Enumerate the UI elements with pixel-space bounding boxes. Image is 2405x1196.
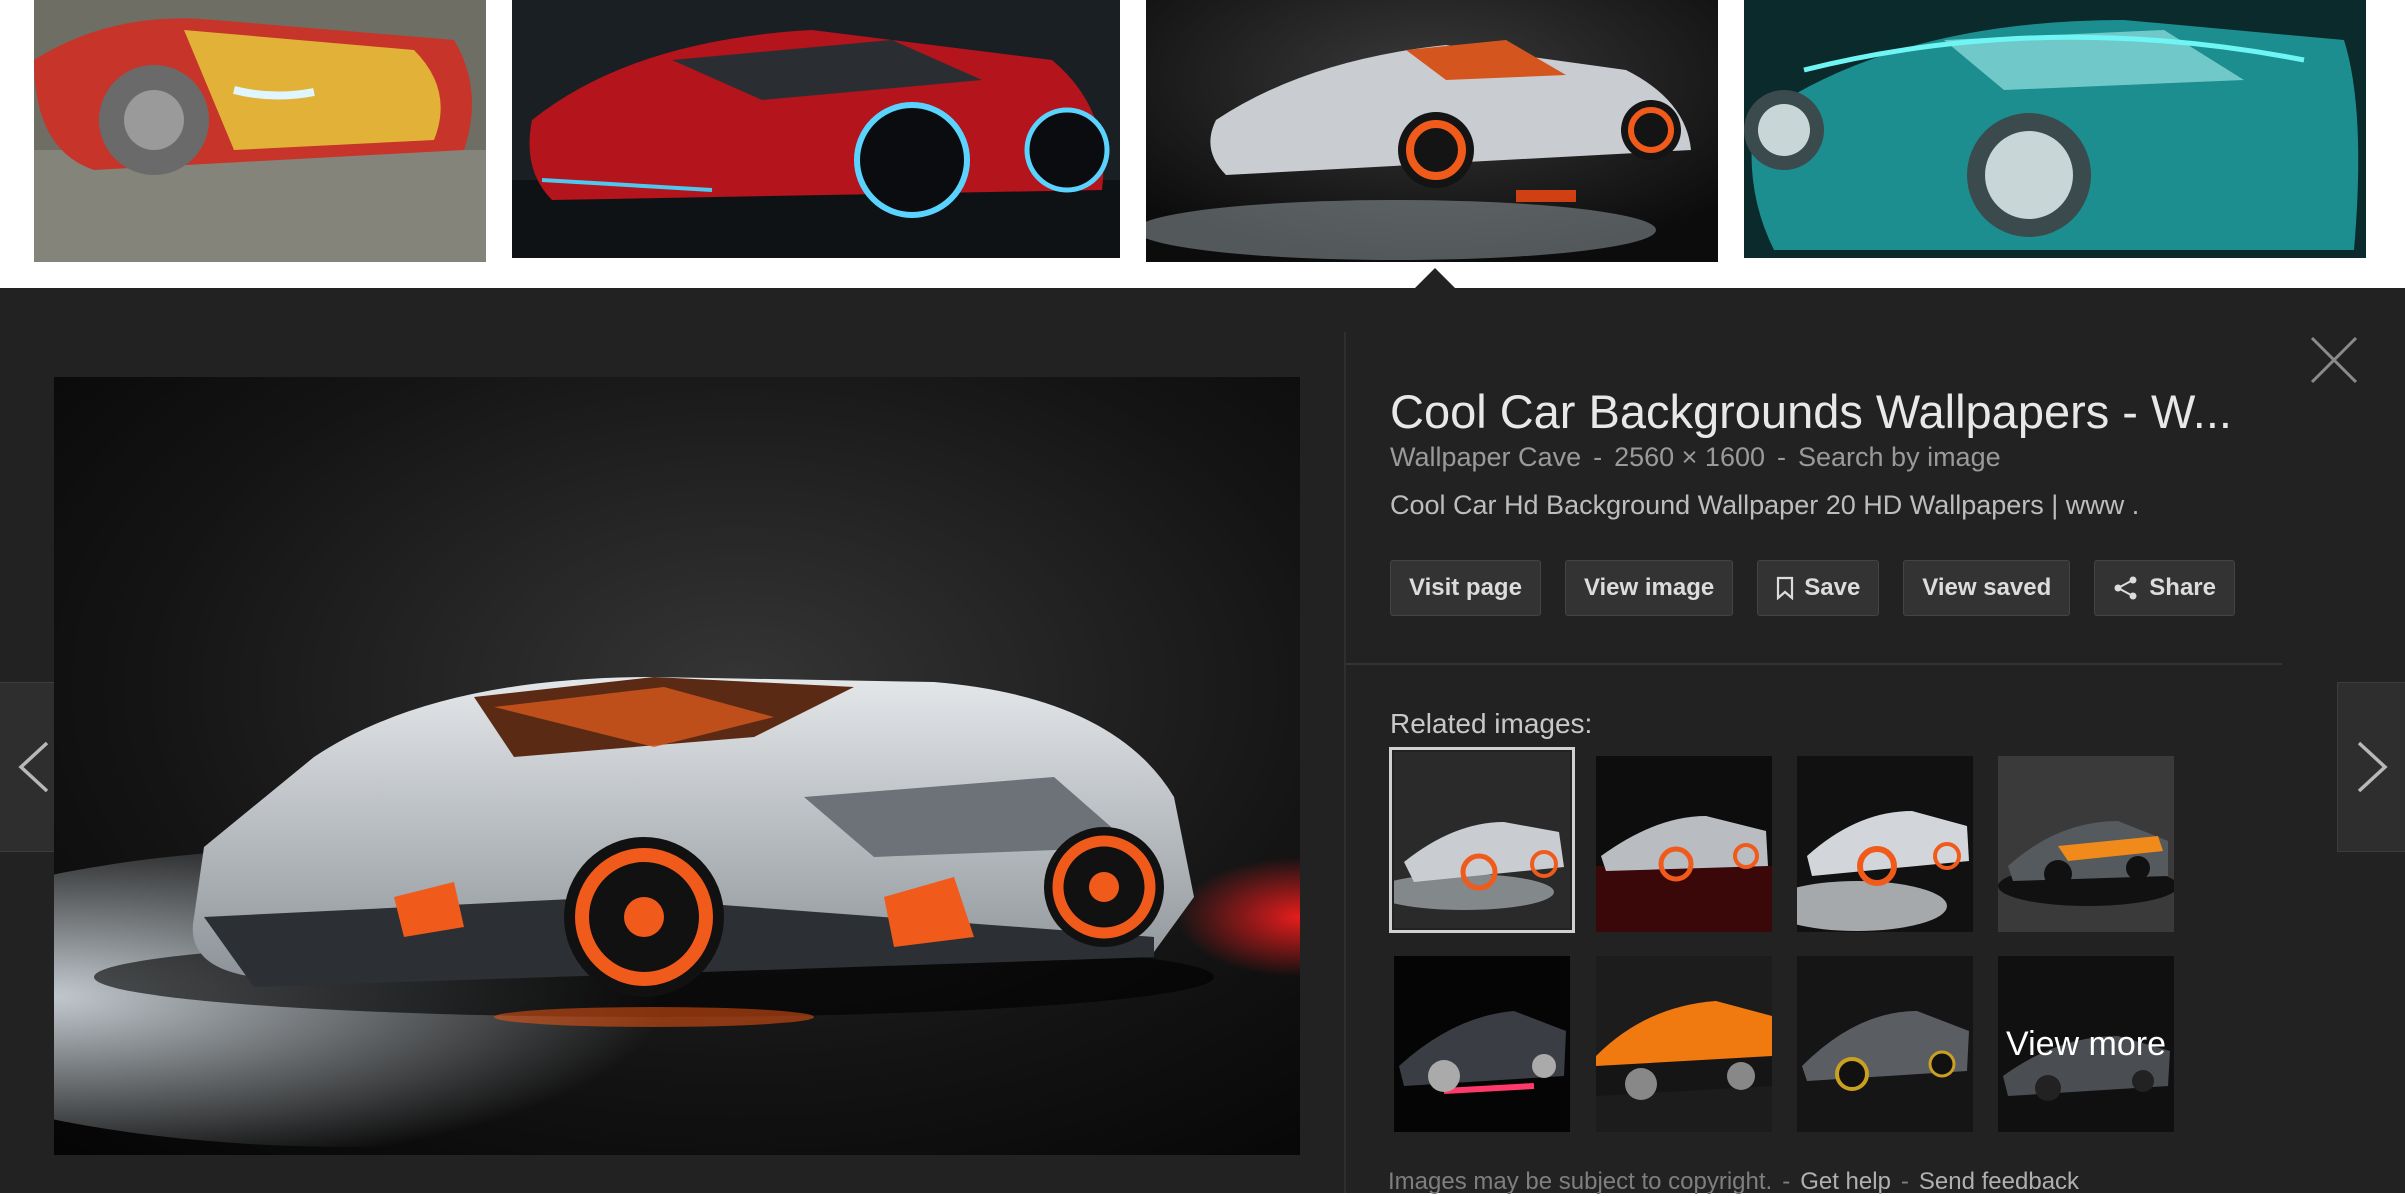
save-button[interactable]: Save: [1757, 560, 1880, 616]
related-image-7[interactable]: [1797, 956, 1973, 1132]
action-buttons: Visit page View image Save View saved Sh…: [1390, 560, 2235, 616]
copyright-notice: Images may be subject to copyright.: [1388, 1168, 1773, 1195]
close-preview-button[interactable]: [2306, 332, 2362, 388]
share-button[interactable]: Share: [2094, 560, 2235, 616]
chevron-right-icon: [2357, 741, 2388, 793]
get-help-link[interactable]: Get help: [1800, 1168, 1891, 1195]
search-by-image-link[interactable]: Search by image: [1798, 442, 2001, 472]
send-feedback-link[interactable]: Send feedback: [1919, 1168, 2079, 1195]
result-thumbnail-2[interactable]: [512, 0, 1120, 258]
preview-image[interactable]: [54, 377, 1300, 1155]
image-dimensions: 2560 × 1600: [1614, 442, 1765, 472]
related-image-4[interactable]: [1998, 756, 2174, 932]
view-image-button[interactable]: View image: [1564, 560, 1734, 616]
related-image-2[interactable]: [1596, 756, 1772, 932]
panel-divider: [1344, 332, 1346, 1193]
related-image-3[interactable]: [1797, 756, 1973, 932]
source-site[interactable]: Wallpaper Cave: [1390, 442, 1581, 472]
result-thumbnail-3[interactable]: [1146, 0, 1718, 262]
chevron-left-icon: [17, 741, 48, 793]
next-image-button[interactable]: [2337, 682, 2405, 852]
view-more-button[interactable]: View more: [1998, 956, 2174, 1132]
image-meta: Wallpaper Cave -2560 × 1600- Search by ima…: [1390, 442, 2001, 472]
thumbnail-strip: [0, 0, 2405, 288]
view-saved-button[interactable]: View saved: [1903, 560, 2071, 616]
related-image-6[interactable]: [1596, 956, 1772, 1132]
visit-page-button[interactable]: Visit page: [1390, 560, 1541, 616]
section-divider: [1346, 663, 2282, 665]
related-images-label: Related images:: [1390, 708, 1593, 739]
image-title[interactable]: Cool Car Backgrounds Wallpapers - W...: [1390, 384, 2260, 439]
preview-footer: Images may be subject to copyright. - Get …: [1388, 1168, 2080, 1195]
image-description: Cool Car Hd Background Wallpaper 20 HD W…: [1390, 490, 2140, 520]
related-image-5[interactable]: [1394, 956, 1570, 1132]
close-icon: [2310, 336, 2358, 384]
share-icon: [2114, 576, 2137, 600]
result-thumbnail-4[interactable]: [1744, 0, 2366, 258]
related-image-1[interactable]: [1389, 747, 1575, 933]
selected-result-caret: [1413, 268, 1457, 290]
image-preview-panel: Cool Car Backgrounds Wallpapers - W... W…: [0, 288, 2405, 1195]
result-thumbnail-1[interactable]: [34, 0, 486, 262]
bookmark-icon: [1777, 576, 1794, 600]
